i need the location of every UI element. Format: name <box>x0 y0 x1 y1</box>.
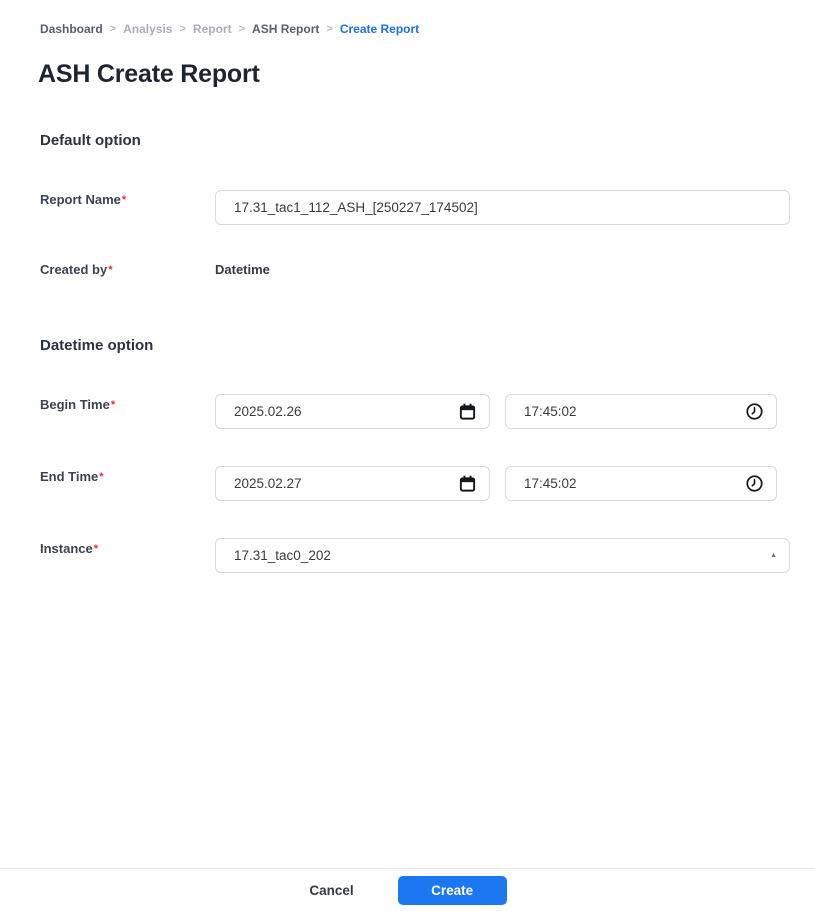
end-date-field[interactable]: 2025.02.27 <box>215 466 490 501</box>
required-asterisk: * <box>108 264 112 276</box>
clock-icon[interactable] <box>745 474 764 493</box>
caret-up-icon[interactable]: ▲ <box>770 552 777 559</box>
breadcrumb: Dashboard > Analysis > Report > ASH Repo… <box>40 22 419 36</box>
end-time-label: End Time* <box>40 467 104 487</box>
create-button[interactable]: Create <box>398 876 507 905</box>
required-asterisk: * <box>111 399 115 411</box>
instance-label: Instance* <box>40 539 98 559</box>
begin-time-label-text: Begin Time <box>40 397 110 412</box>
calendar-icon[interactable] <box>458 474 477 493</box>
report-name-label: Report Name* <box>40 190 126 210</box>
breadcrumb-separator: > <box>326 23 332 35</box>
cancel-button[interactable]: Cancel <box>307 877 355 904</box>
instance-selected-value[interactable]: 17.31_tac0_202 <box>234 548 770 563</box>
breadcrumb-item-create-report[interactable]: Create Report <box>340 22 419 36</box>
report-name-input[interactable] <box>215 190 790 225</box>
instance-select[interactable]: 17.31_tac0_202 ▲ <box>215 538 790 573</box>
required-asterisk: * <box>122 194 126 206</box>
end-time-label-text: End Time <box>40 469 98 484</box>
section-title-datetime-option: Datetime option <box>40 337 153 354</box>
create-report-page: Dashboard > Analysis > Report > ASH Repo… <box>0 0 814 911</box>
end-date-value[interactable]: 2025.02.27 <box>234 476 458 491</box>
breadcrumb-item-report[interactable]: Report <box>193 22 232 36</box>
footer-action-bar: Cancel Create <box>0 868 814 911</box>
breadcrumb-separator: > <box>179 23 185 35</box>
clock-icon[interactable] <box>745 402 764 421</box>
begin-time-label: Begin Time* <box>40 395 115 415</box>
breadcrumb-item-ash-report[interactable]: ASH Report <box>252 22 319 36</box>
begin-time-value[interactable]: 17:45:02 <box>524 404 745 419</box>
begin-time-field[interactable]: 17:45:02 <box>505 394 777 429</box>
created-by-label-text: Created by <box>40 262 107 277</box>
calendar-icon[interactable] <box>458 402 477 421</box>
required-asterisk: * <box>94 543 98 555</box>
begin-date-value[interactable]: 2025.02.26 <box>234 404 458 419</box>
begin-date-field[interactable]: 2025.02.26 <box>215 394 490 429</box>
created-by-label: Created by* <box>40 260 112 280</box>
instance-label-text: Instance <box>40 541 93 556</box>
page-title: ASH Create Report <box>38 60 260 89</box>
breadcrumb-separator: > <box>239 23 245 35</box>
section-title-default-option: Default option <box>40 132 141 149</box>
end-time-value[interactable]: 17:45:02 <box>524 476 745 491</box>
end-time-field[interactable]: 17:45:02 <box>505 466 777 501</box>
required-asterisk: * <box>99 471 103 483</box>
breadcrumb-item-dashboard[interactable]: Dashboard <box>40 22 103 36</box>
report-name-label-text: Report Name <box>40 192 121 207</box>
breadcrumb-item-analysis[interactable]: Analysis <box>123 22 172 36</box>
breadcrumb-separator: > <box>110 23 116 35</box>
created-by-value: Datetime <box>215 260 270 280</box>
